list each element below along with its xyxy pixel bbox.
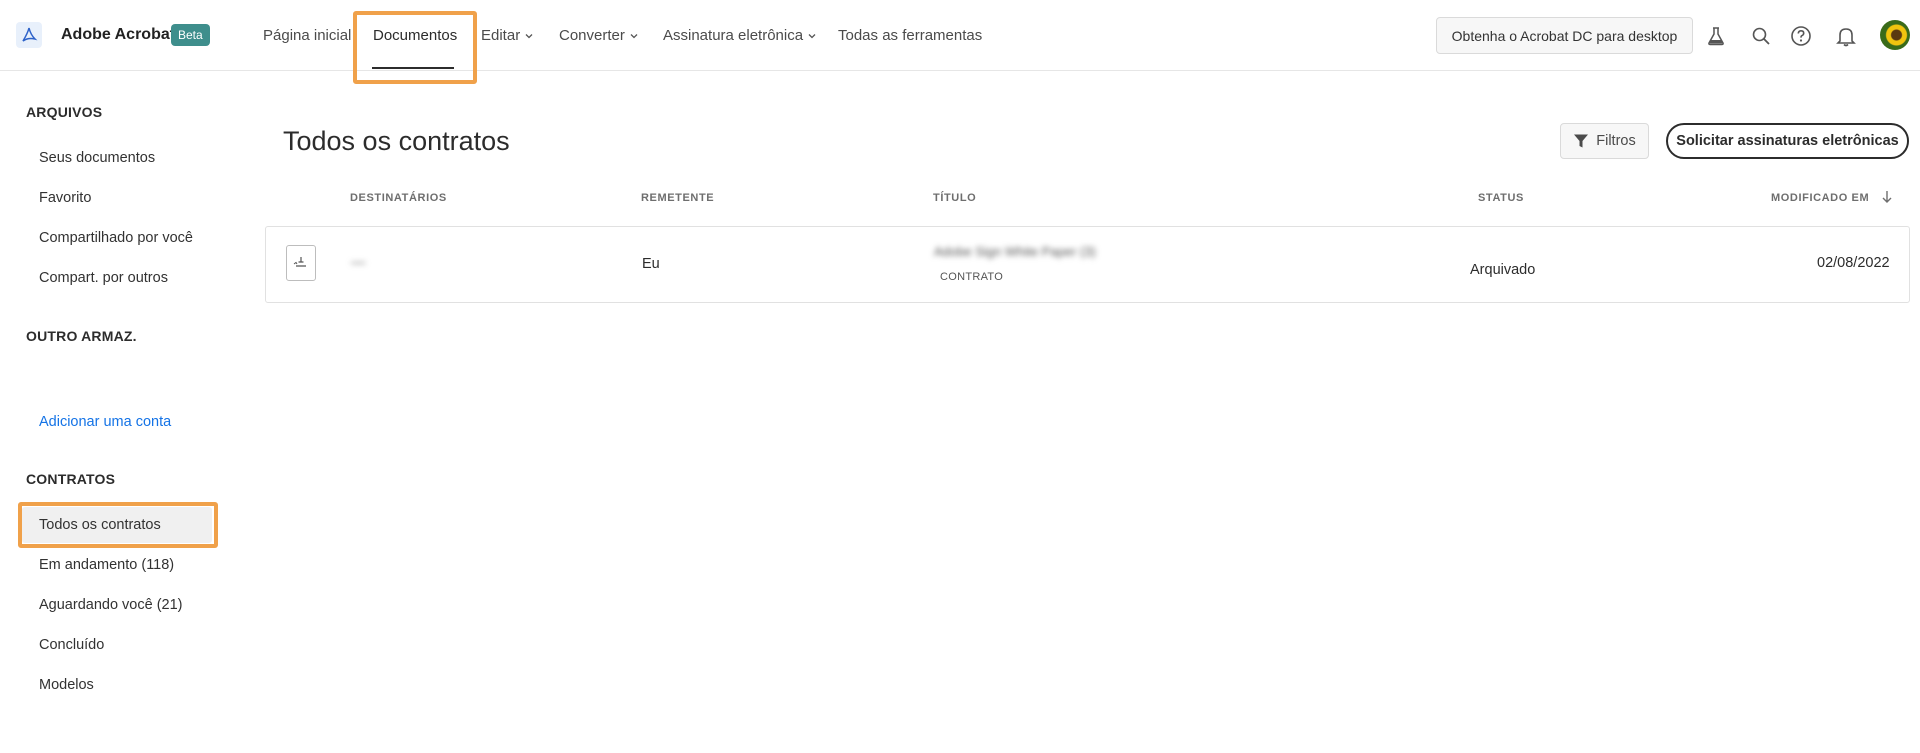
acrobat-logo-icon[interactable] [16, 22, 42, 48]
column-header-recipients[interactable]: DESTINATÁRIOS [350, 192, 447, 204]
nav-esign[interactable]: Assinatura eletrônica [663, 27, 817, 44]
sidebar-item-shared-by-others[interactable]: Compart. por outros [39, 270, 168, 286]
chevron-down-icon [525, 33, 533, 38]
sidebar-item-your-documents[interactable]: Seus documentos [39, 150, 155, 166]
sidebar-item-shared-by-you[interactable]: Compartilhado por você [39, 230, 193, 246]
chevron-down-icon [808, 33, 816, 38]
beta-badge: Beta [171, 24, 210, 46]
all-contracts-highlight-box [18, 502, 218, 548]
sort-descending-icon[interactable] [1881, 190, 1893, 204]
flask-icon[interactable] [1704, 24, 1728, 48]
sender-cell: Eu [642, 256, 660, 272]
document-type-tag: CONTRATO [940, 271, 1004, 283]
contract-document-icon [286, 245, 316, 281]
sidebar-item-completed[interactable]: Concluído [39, 637, 104, 653]
filters-button[interactable]: Filtros [1560, 123, 1649, 159]
nav-edit[interactable]: Editar [481, 27, 534, 44]
nav-edit-label: Editar [481, 27, 521, 44]
request-esignatures-button[interactable]: Solicitar assinaturas eletrônicas [1666, 123, 1909, 159]
add-account-link[interactable]: Adicionar uma conta [39, 414, 171, 430]
recipient-cell: — [351, 255, 366, 271]
sidebar-item-waiting-for-you[interactable]: Aguardando você (21) [39, 597, 183, 613]
documents-highlight-box [353, 11, 477, 84]
nav-all-tools-label: Todas as ferramentas [838, 27, 983, 44]
nav-convert[interactable]: Converter [559, 27, 639, 44]
section-title-other-storage: OUTRO ARMAZ. [26, 328, 137, 344]
get-desktop-button[interactable]: Obtenha o Acrobat DC para desktop [1436, 17, 1693, 54]
column-header-status[interactable]: STATUS [1478, 192, 1524, 204]
filter-icon [1574, 134, 1589, 148]
column-header-modified[interactable]: MODIFICADO EM [1771, 192, 1869, 204]
modified-date-cell: 02/08/2022 [1817, 255, 1890, 271]
page-title: Todos os contratos [283, 126, 510, 156]
sidebar-item-in-progress[interactable]: Em andamento (118) [39, 557, 174, 573]
section-title-files: ARQUIVOS [26, 104, 103, 120]
search-icon[interactable] [1749, 24, 1773, 48]
table-row[interactable]: — Eu Adobe Sign White Paper (3) CONTRATO… [265, 226, 1910, 303]
nav-all-tools[interactable]: Todas as ferramentas [838, 27, 982, 44]
nav-home[interactable]: Página inicial [263, 27, 351, 44]
column-header-sender[interactable]: REMETENTE [641, 192, 714, 204]
top-navigation-bar: Adobe Acrobat Beta Página inicial Docume… [0, 0, 1920, 84]
bell-icon[interactable] [1834, 24, 1858, 48]
help-icon[interactable] [1789, 24, 1813, 48]
chevron-down-icon [630, 33, 638, 38]
section-title-contracts: CONTRATOS [26, 471, 116, 487]
nav-home-label: Página inicial [263, 27, 352, 44]
column-header-title[interactable]: TÍTULO [933, 192, 976, 204]
filters-label: Filtros [1596, 133, 1636, 149]
nav-convert-label: Converter [559, 27, 625, 44]
app-title: Adobe Acrobat [61, 26, 176, 43]
sidebar-item-favorites[interactable]: Favorito [39, 190, 91, 206]
nav-esign-label: Assinatura eletrônica [663, 27, 804, 44]
title-cell[interactable]: Adobe Sign White Paper (3) [934, 244, 1096, 259]
sidebar-item-templates[interactable]: Modelos [39, 677, 94, 693]
avatar[interactable] [1880, 20, 1910, 50]
status-cell: Arquivado [1470, 262, 1536, 278]
